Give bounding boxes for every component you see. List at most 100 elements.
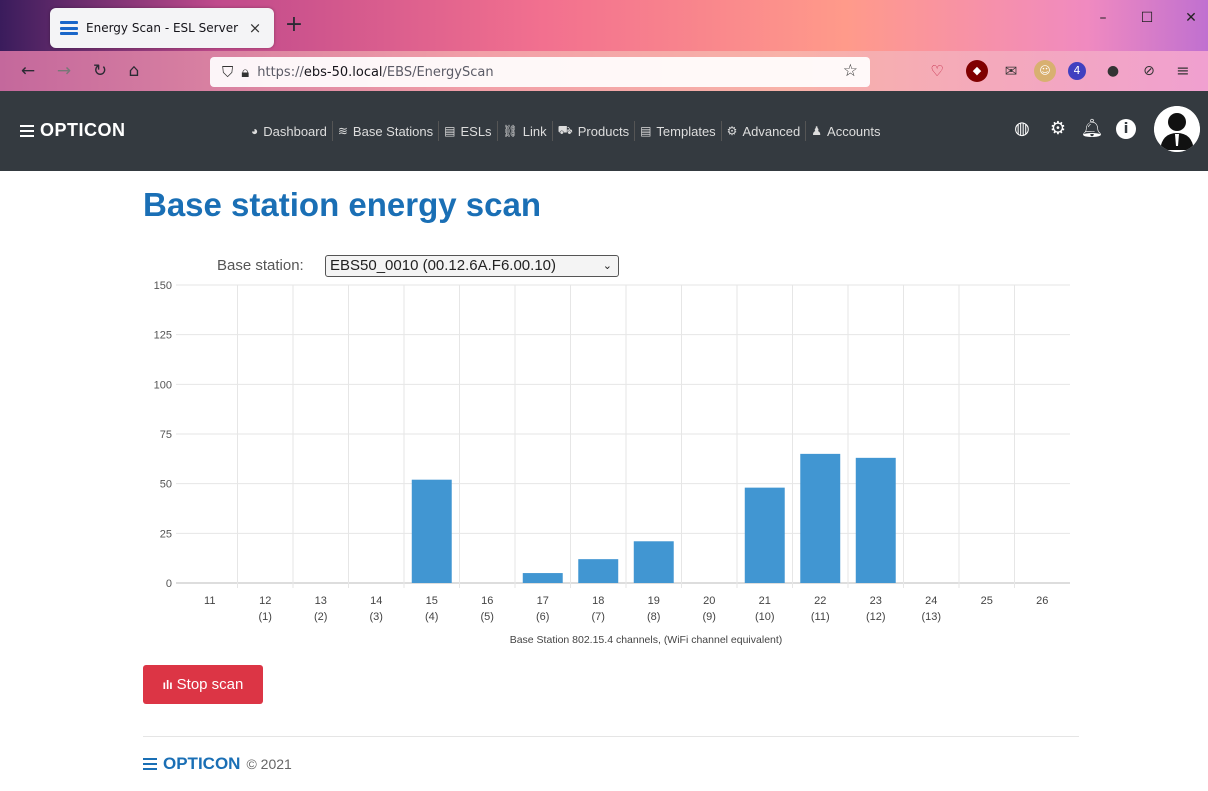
ublock-icon[interactable]: ◆ bbox=[966, 60, 988, 82]
x-tick-sublabel: (6) bbox=[536, 611, 549, 623]
x-tick-label: 14 bbox=[370, 595, 382, 607]
hamburger-icon bbox=[143, 758, 157, 770]
settings-gear-icon[interactable]: ⚙ bbox=[1046, 117, 1070, 141]
tab-close-icon[interactable]: × bbox=[246, 19, 264, 37]
wifi-icon: ≋ bbox=[337, 124, 348, 138]
x-tick-label: 17 bbox=[537, 595, 549, 607]
menu-item-accounts[interactable]: ♟ Accounts bbox=[806, 121, 885, 141]
x-tick-label: 19 bbox=[648, 595, 660, 607]
user-avatar[interactable] bbox=[1154, 106, 1200, 152]
y-tick-label: 100 bbox=[154, 379, 172, 391]
x-tick-label: 25 bbox=[981, 595, 993, 607]
menu-item-base-stations[interactable]: ≋ Base Stations bbox=[333, 121, 440, 141]
menu-item-dashboard[interactable]: ◕ Dashboard bbox=[246, 121, 333, 141]
x-tick-label: 15 bbox=[426, 595, 438, 607]
x-tick-sublabel: (2) bbox=[314, 611, 327, 623]
chart-bar bbox=[744, 487, 785, 583]
menu-item-products[interactable]: ⛟ Products bbox=[553, 121, 636, 141]
label-icon: ▤ bbox=[444, 124, 456, 138]
x-tick-sublabel: (4) bbox=[425, 611, 438, 623]
menu-label: Dashboard bbox=[263, 123, 327, 139]
sync-icon[interactable]: ⊘ bbox=[1138, 60, 1160, 82]
close-window-icon[interactable]: ✕ bbox=[1176, 10, 1206, 26]
menu-label: Products bbox=[577, 123, 630, 139]
menu-label: Link bbox=[522, 123, 547, 139]
y-tick-label: 0 bbox=[166, 578, 172, 590]
gears-icon: ⚙ bbox=[726, 124, 738, 138]
x-tick-sublabel: (12) bbox=[866, 611, 886, 623]
bookmark-star-icon[interactable]: ☆ bbox=[843, 61, 858, 81]
browser-toolbar: ← → ↻ ⌂ ⛉ 🔒︎ https://ebs-50.local/EBS/En… bbox=[0, 51, 1208, 91]
extension-icon[interactable]: ● bbox=[1102, 60, 1124, 82]
stop-scan-label: Stop scan bbox=[176, 676, 244, 693]
globe-icon[interactable]: ◍ bbox=[1010, 117, 1034, 141]
monkey-icon[interactable]: ☺ bbox=[1034, 60, 1056, 82]
x-tick-label: 18 bbox=[592, 595, 604, 607]
x-tick-sublabel: (11) bbox=[811, 611, 830, 623]
y-tick-label: 75 bbox=[160, 429, 172, 441]
stop-scan-button[interactable]: ılı Stop scan bbox=[143, 665, 263, 704]
menu-label: Templates bbox=[656, 123, 716, 139]
url-bar[interactable]: ⛉ 🔒︎ https://ebs-50.local/EBS/EnergyScan… bbox=[210, 57, 870, 87]
x-tick-sublabel: (7) bbox=[592, 611, 605, 623]
maximize-icon[interactable]: ☐ bbox=[1132, 10, 1162, 26]
badge-icon[interactable]: 4 bbox=[1068, 62, 1086, 80]
menu-label: Accounts bbox=[827, 123, 881, 139]
x-tick-sublabel: (5) bbox=[481, 611, 494, 623]
chart-bar bbox=[411, 479, 452, 583]
hamburger-icon bbox=[20, 124, 34, 137]
new-tab-button[interactable]: + bbox=[282, 12, 306, 37]
x-tick-label: 24 bbox=[925, 595, 937, 607]
menu-favicon-icon bbox=[60, 21, 78, 35]
x-tick-sublabel: (8) bbox=[647, 611, 660, 623]
menu-label: Advanced bbox=[742, 123, 801, 139]
forward-icon[interactable]: → bbox=[52, 59, 76, 83]
x-tick-label: 26 bbox=[1036, 595, 1048, 607]
menu-item-esls[interactable]: ▤ ESLs bbox=[439, 121, 498, 141]
menu-item-link[interactable]: ⛓ Link bbox=[498, 121, 553, 141]
browser-tab[interactable]: Energy Scan - ESL Server × bbox=[50, 8, 274, 48]
back-icon[interactable]: ← bbox=[16, 59, 40, 83]
notification-bell-icon[interactable]: 🔔︎ bbox=[1080, 117, 1104, 141]
brand-text: OPTICON bbox=[40, 120, 126, 140]
hamburger-menu-icon[interactable]: ≡ bbox=[1172, 60, 1194, 82]
base-station-select[interactable]: EBS50_0010 (00.12.6A.F6.00.10) ⌄ bbox=[325, 255, 619, 277]
footer-brand-text: OPTICON bbox=[163, 754, 241, 773]
info-icon[interactable]: i bbox=[1116, 119, 1136, 139]
menu-label: Base Stations bbox=[352, 123, 434, 139]
home-icon[interactable]: ⌂ bbox=[122, 59, 146, 83]
y-tick-label: 25 bbox=[160, 528, 172, 540]
menu-item-advanced[interactable]: ⚙ Advanced bbox=[722, 121, 807, 141]
chart-bar bbox=[800, 453, 841, 583]
x-tick-label: 11 bbox=[204, 595, 215, 607]
energy-scan-chart: 0 25 50 75 100 125 150 11 12 (1) 13 (2) 14 (3) 15 (4) 16… bbox=[154, 280, 1070, 646]
pocket-icon[interactable]: ♡ bbox=[926, 60, 948, 82]
reload-icon[interactable]: ↻ bbox=[88, 59, 112, 83]
x-tick-label: 16 bbox=[481, 595, 493, 607]
menu-item-templates[interactable]: ▤ Templates bbox=[635, 121, 722, 141]
chart-bar bbox=[855, 457, 896, 583]
brand-logo[interactable]: OPTICON bbox=[20, 120, 126, 141]
page-title: Base station energy scan bbox=[143, 186, 541, 223]
x-tick-label: 22 bbox=[814, 595, 826, 607]
chart-bar bbox=[522, 573, 563, 583]
url-text: https://ebs-50.local/EBS/EnergyScan bbox=[257, 64, 494, 80]
minimize-icon[interactable]: – bbox=[1088, 10, 1118, 26]
bar-chart-icon: ılı bbox=[162, 677, 173, 692]
tab-title: Energy Scan - ESL Server bbox=[86, 21, 239, 35]
mail-icon[interactable]: ✉ bbox=[1000, 60, 1022, 82]
y-tick-label: 150 bbox=[154, 280, 172, 292]
footer-divider bbox=[143, 736, 1079, 737]
x-tick-sublabel: (10) bbox=[755, 611, 775, 623]
chevron-down-icon: ⌄ bbox=[602, 260, 612, 272]
footer: OPTICON © 2021 bbox=[143, 754, 292, 774]
template-icon: ▤ bbox=[640, 124, 652, 138]
base-station-label: Base station: bbox=[217, 257, 304, 274]
chart-bar bbox=[578, 559, 619, 583]
lock-icon: 🔒︎ bbox=[241, 63, 250, 81]
user-icon: ♟ bbox=[811, 124, 823, 138]
x-tick-label: 23 bbox=[870, 595, 882, 607]
browser-titlebar: Energy Scan - ESL Server × + – ☐ ✕ bbox=[0, 0, 1208, 51]
x-tick-sublabel: (1) bbox=[259, 611, 272, 623]
menu-label: ESLs bbox=[460, 123, 492, 139]
